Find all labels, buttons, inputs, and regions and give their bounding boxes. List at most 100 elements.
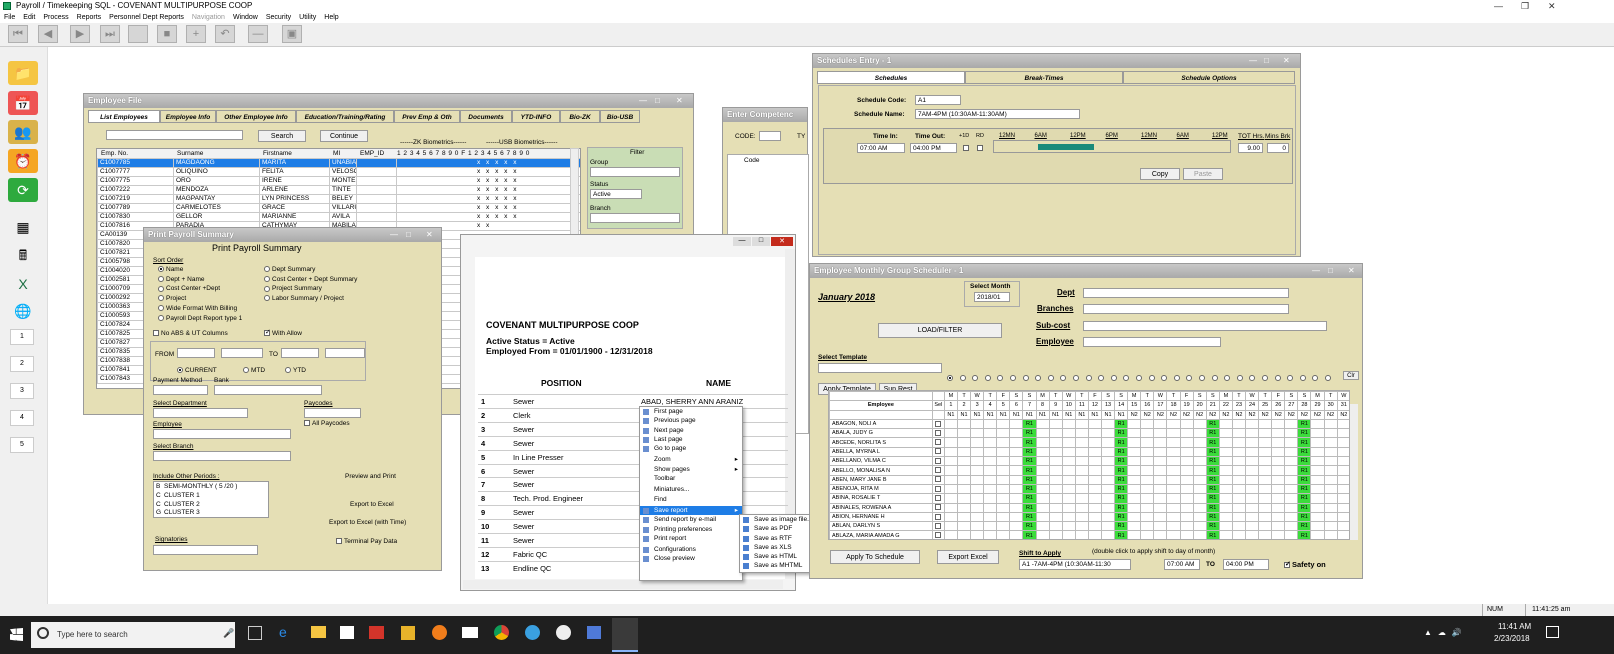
day-cell[interactable] [956,521,972,532]
time-in-input[interactable]: 07:00 AM [857,143,905,153]
day-cell[interactable] [1100,465,1116,476]
menu-show-pages[interactable]: Show pages ▸ [640,465,742,474]
day-cell[interactable] [1061,502,1076,513]
sel-checkbox[interactable] [931,437,945,448]
day-cell[interactable]: R1 [1297,521,1312,532]
maximize-icon[interactable]: □ [406,228,411,242]
day-cell[interactable] [1284,437,1299,448]
day-cell[interactable] [1009,521,1024,532]
day-cell[interactable] [1153,474,1168,485]
day-cell[interactable]: R1 [1205,521,1220,532]
day-cell[interactable] [1218,446,1233,458]
load-filter-button[interactable]: LOAD/FILTER [878,323,1002,338]
col-emp-id[interactable]: EMP_ID [360,149,384,158]
maximize-icon[interactable]: □ [1264,54,1269,68]
day-cell[interactable] [1087,446,1102,458]
period-item[interactable]: G CLUSTER 3 [156,509,200,517]
day-cell[interactable] [970,483,985,495]
day-cell[interactable] [1218,493,1233,504]
no-abs-checkbox[interactable]: No ABS & UT Columns [153,329,228,338]
day-cell[interactable] [1336,511,1349,523]
day-radio[interactable] [997,375,1004,381]
day-cell[interactable] [1323,483,1338,495]
day-cell[interactable] [1192,437,1207,448]
day-cell[interactable] [1271,474,1286,485]
day-cell[interactable] [996,502,1011,513]
day-radio[interactable] [1022,375,1029,381]
to-month[interactable] [281,348,319,358]
day-cell[interactable] [1009,465,1024,476]
undo-icon[interactable]: ↶ [215,25,235,43]
day-cell[interactable] [956,511,972,523]
day-cell[interactable]: R1 [1022,502,1037,513]
day-cell[interactable] [1074,502,1089,513]
day-cell[interactable] [1127,521,1142,532]
day-cell[interactable] [1127,418,1142,430]
table-row[interactable]: C1007830 GELLOR MARIANNE AVILA x x x x x [97,212,580,222]
day-cell[interactable] [1048,530,1063,539]
employee-schedule-row[interactable]: ABINALES, ROWENA A R1 R1 R1 R1 [829,502,1349,513]
day-cell[interactable] [1035,446,1050,458]
file-explorer-icon[interactable] [311,626,326,638]
day-cell[interactable] [983,428,998,439]
day-cell[interactable] [1074,530,1089,539]
menu-print-report[interactable]: Print report [640,534,742,543]
day-cell[interactable]: R1 [1205,474,1220,485]
menu-reports[interactable]: Reports [73,12,106,23]
day-cell[interactable] [1140,493,1155,504]
day-cell[interactable] [1284,530,1299,539]
day-cell[interactable]: R1 [1114,456,1129,467]
refresh-icon[interactable]: ⟳ [8,178,38,202]
day-radio[interactable] [1098,375,1105,381]
day-cell[interactable] [1284,418,1299,430]
day-cell[interactable] [1087,493,1102,504]
sel-checkbox[interactable] [931,493,945,504]
day-cell[interactable] [1100,456,1116,467]
day-cell[interactable] [943,511,958,523]
signatories-select[interactable] [153,545,258,555]
day-cell[interactable] [1087,483,1102,495]
menu-configurations[interactable]: Configurations [640,545,742,554]
day-cell[interactable] [1179,483,1194,495]
safety-on-checkbox[interactable]: Safety on [1284,560,1326,569]
menu-first-page[interactable]: First page [640,407,742,416]
day-cell[interactable] [1336,530,1349,539]
day-cell[interactable] [1166,521,1181,532]
day-cell[interactable]: R1 [1297,418,1312,430]
paycodes-select[interactable] [304,408,361,418]
calendar-icon[interactable]: 📅 [8,91,38,115]
day-cell[interactable] [1153,530,1168,539]
tab-other-employee-info[interactable]: Other Employee Info [216,110,296,123]
day-cell[interactable] [1323,418,1338,430]
sel-checkbox[interactable] [931,502,945,513]
menu-zoom[interactable]: Zoom ▸ [640,455,742,464]
sort-option-right[interactable]: Dept Summary [264,265,315,274]
day-radio[interactable] [984,375,991,381]
day-cell[interactable]: R1 [1114,465,1129,476]
day-cell[interactable] [1035,483,1050,495]
day-cell[interactable] [996,456,1011,467]
month-select[interactable]: 2018/01 [974,292,1010,302]
day-cell[interactable] [956,465,972,476]
day-cell[interactable] [1140,521,1155,532]
day-cell[interactable] [1245,465,1260,476]
menu-close-preview[interactable]: Close preview [640,554,742,563]
clock-icon[interactable]: ⏰ [8,149,38,173]
period-item[interactable]: C CLUSTER 1 [156,492,200,500]
day-cell[interactable]: R1 [1297,428,1312,439]
day-cell[interactable]: R1 [1114,428,1129,439]
day-cell[interactable] [983,521,998,532]
radio-icon[interactable] [158,275,164,282]
day-cell[interactable] [1231,483,1247,495]
day-cell[interactable] [1100,530,1116,539]
day-cell[interactable] [1061,446,1076,458]
clr-button[interactable]: Clr [1343,371,1359,380]
table-icon[interactable]: ▦ [8,215,38,239]
day-cell[interactable] [956,428,972,439]
sort-option-right[interactable]: Labor Summary / Project [264,294,344,303]
menu-next-page[interactable]: Next page [640,426,742,435]
tab-break-times[interactable]: Break-Times [965,71,1123,84]
day-cell[interactable]: R1 [1205,456,1220,467]
delete-icon[interactable]: — [248,25,268,43]
close-icon[interactable]: ✕ [1348,264,1355,278]
